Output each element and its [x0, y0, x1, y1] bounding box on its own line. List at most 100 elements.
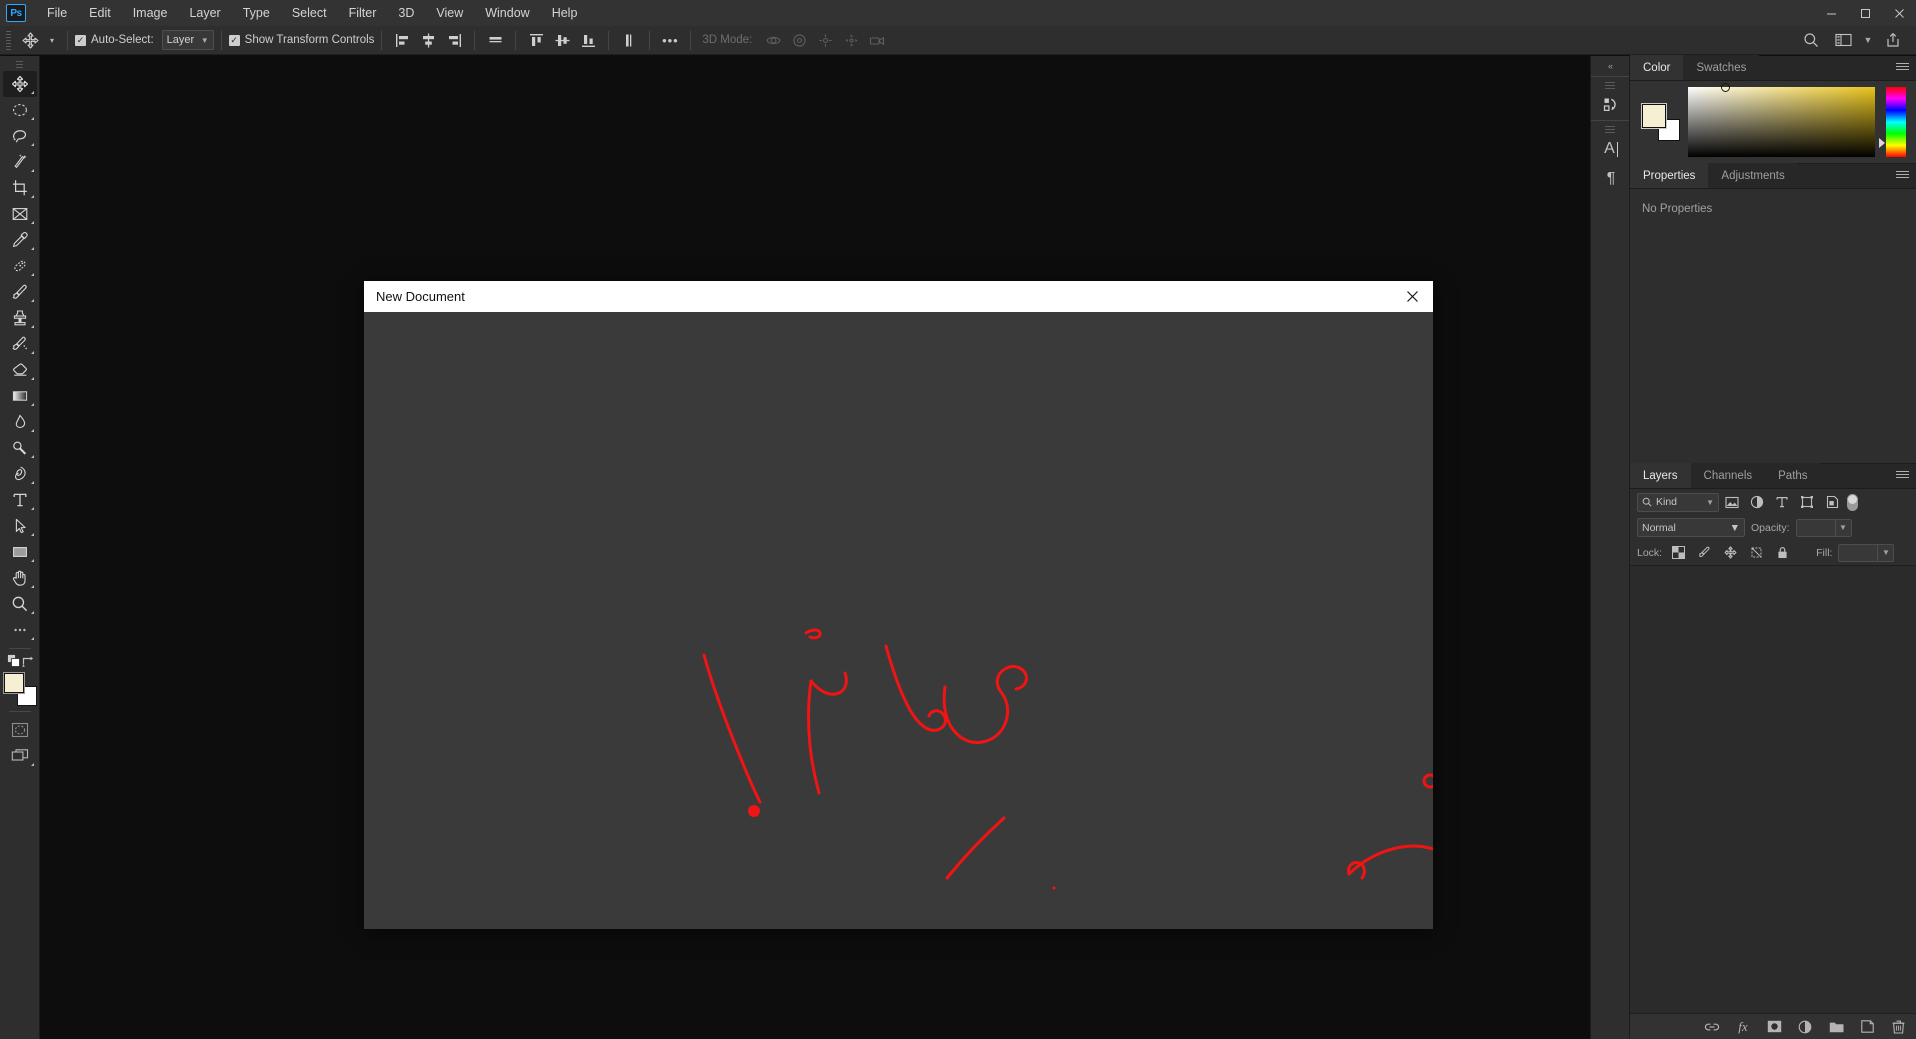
blur-tool[interactable] — [3, 409, 37, 435]
new-adjustment-layer-icon[interactable] — [1795, 1017, 1815, 1037]
brush-tool[interactable] — [3, 279, 37, 305]
align-vertical-centers-icon[interactable] — [549, 28, 575, 52]
move-tool-icon[interactable] — [16, 28, 44, 52]
color-picker-handle[interactable] — [1721, 83, 1730, 92]
foreground-color-swatch[interactable] — [2, 672, 25, 694]
tab-properties[interactable]: Properties — [1630, 163, 1709, 188]
align-horizontal-centers-icon[interactable] — [415, 28, 441, 52]
chevron-down-icon[interactable]: ▼ — [1860, 28, 1876, 52]
quick-mask-icon[interactable] — [3, 717, 37, 743]
toolbar-grip[interactable] — [14, 59, 26, 69]
lock-artboard-icon[interactable] — [1746, 543, 1766, 563]
eyedropper-tool[interactable] — [3, 227, 37, 253]
panel-menu-icon[interactable] — [1896, 171, 1909, 178]
dialog-body[interactable] — [364, 312, 1433, 929]
magic-wand-tool[interactable] — [3, 149, 37, 175]
distribute-horizontally-icon[interactable] — [482, 28, 508, 52]
menu-3d[interactable]: 3D — [387, 1, 425, 25]
share-icon[interactable] — [1878, 28, 1908, 52]
menu-file[interactable]: File — [36, 1, 78, 25]
auto-select-scope-dropdown[interactable]: Layer ▼ — [161, 30, 214, 50]
panel-menu-icon[interactable] — [1896, 471, 1909, 478]
menu-image[interactable]: Image — [122, 1, 179, 25]
lasso-tool[interactable] — [3, 123, 37, 149]
new-group-icon[interactable] — [1826, 1017, 1846, 1037]
align-bottom-edges-icon[interactable] — [575, 28, 601, 52]
lock-transparent-pixels-icon[interactable] — [1668, 543, 1688, 563]
maximize-button[interactable] — [1848, 0, 1882, 26]
delete-layer-icon[interactable] — [1888, 1017, 1908, 1037]
layers-list[interactable] — [1630, 565, 1916, 1013]
screen-mode-icon[interactable] — [3, 743, 37, 769]
color-panel-swatches[interactable] — [1641, 103, 1680, 141]
rail-grip-2[interactable] — [1603, 125, 1617, 133]
lock-all-icon[interactable] — [1772, 543, 1792, 563]
minimize-button[interactable] — [1814, 0, 1848, 26]
blend-mode-dropdown[interactable]: Normal ▼ — [1637, 518, 1745, 537]
color-panel-foreground-swatch[interactable] — [1641, 103, 1667, 129]
swap-colors-icon[interactable] — [21, 654, 35, 668]
adjustment-layer-filter-icon[interactable] — [1745, 491, 1769, 513]
paragraph-icon[interactable]: ¶ — [1591, 164, 1631, 194]
history-brush-tool[interactable] — [3, 331, 37, 357]
menu-select[interactable]: Select — [281, 1, 338, 25]
search-icon[interactable] — [1796, 28, 1826, 52]
fill-input[interactable] — [1838, 543, 1879, 562]
options-bar-grip[interactable] — [4, 29, 13, 51]
layer-style-fx-icon[interactable]: fx — [1733, 1017, 1753, 1037]
menu-filter[interactable]: Filter — [338, 1, 388, 25]
character-icon[interactable]: A — [1591, 134, 1631, 164]
more-options-button[interactable]: ••• — [657, 28, 683, 52]
lock-position-icon[interactable] — [1720, 543, 1740, 563]
filter-toggle-switch[interactable] — [1847, 493, 1858, 511]
type-layer-filter-icon[interactable] — [1770, 491, 1794, 513]
dialog-close-button[interactable] — [1399, 285, 1425, 309]
frame-tool[interactable] — [3, 201, 37, 227]
link-layers-icon[interactable] — [1702, 1017, 1722, 1037]
show-transform-controls-checkbox[interactable]: ✓ — [228, 34, 240, 46]
layer-filter-kind-dropdown[interactable]: Kind ▼ — [1637, 492, 1719, 512]
tab-paths[interactable]: Paths — [1765, 463, 1821, 488]
color-picker-field[interactable] — [1688, 83, 1875, 157]
smart-object-filter-icon[interactable] — [1820, 491, 1844, 513]
shape-layer-filter-icon[interactable] — [1795, 491, 1819, 513]
distribute-vertically-icon[interactable] — [616, 28, 642, 52]
auto-select-checkbox[interactable]: ✓ — [75, 34, 86, 46]
align-right-edges-icon[interactable] — [441, 28, 467, 52]
align-left-edges-icon[interactable] — [389, 28, 415, 52]
opacity-dropdown-chevron-icon[interactable]: ▼ — [1835, 518, 1852, 537]
pen-tool[interactable] — [3, 461, 37, 487]
tab-swatches[interactable]: Swatches — [1683, 55, 1760, 80]
gradient-tool[interactable] — [3, 383, 37, 409]
menu-type[interactable]: Type — [232, 1, 281, 25]
menu-edit[interactable]: Edit — [78, 1, 122, 25]
fill-dropdown-chevron-icon[interactable]: ▼ — [1878, 543, 1895, 562]
default-colors-icon[interactable] — [6, 654, 21, 668]
tab-layers[interactable]: Layers — [1630, 463, 1691, 488]
menu-view[interactable]: View — [425, 1, 474, 25]
tab-channels[interactable]: Channels — [1690, 463, 1766, 488]
hue-slider-handle[interactable] — [1879, 138, 1885, 148]
menu-help[interactable]: Help — [541, 1, 589, 25]
close-button[interactable] — [1882, 0, 1916, 26]
rectangle-tool[interactable] — [3, 539, 37, 565]
pixel-layer-filter-icon[interactable] — [1720, 491, 1744, 513]
workspace-icon[interactable] — [1828, 28, 1858, 52]
clone-stamp-tool[interactable] — [3, 305, 37, 331]
tool-preset-chevron-icon[interactable]: ▾ — [44, 28, 60, 52]
dodge-tool[interactable] — [3, 435, 37, 461]
lock-image-pixels-icon[interactable] — [1694, 543, 1714, 563]
menu-layer[interactable]: Layer — [178, 1, 231, 25]
expand-panels-icon[interactable]: « — [1591, 56, 1629, 76]
add-layer-mask-icon[interactable] — [1764, 1017, 1784, 1037]
marquee-tool[interactable] — [3, 97, 37, 123]
panel-menu-icon[interactable] — [1896, 63, 1909, 70]
healing-brush-tool[interactable] — [3, 253, 37, 279]
path-selection-tool[interactable] — [3, 513, 37, 539]
rail-grip[interactable] — [1603, 81, 1617, 89]
zoom-tool[interactable] — [3, 591, 37, 617]
opacity-input[interactable] — [1795, 518, 1836, 537]
menu-window[interactable]: Window — [474, 1, 540, 25]
new-layer-icon[interactable] — [1857, 1017, 1877, 1037]
crop-tool[interactable] — [3, 175, 37, 201]
